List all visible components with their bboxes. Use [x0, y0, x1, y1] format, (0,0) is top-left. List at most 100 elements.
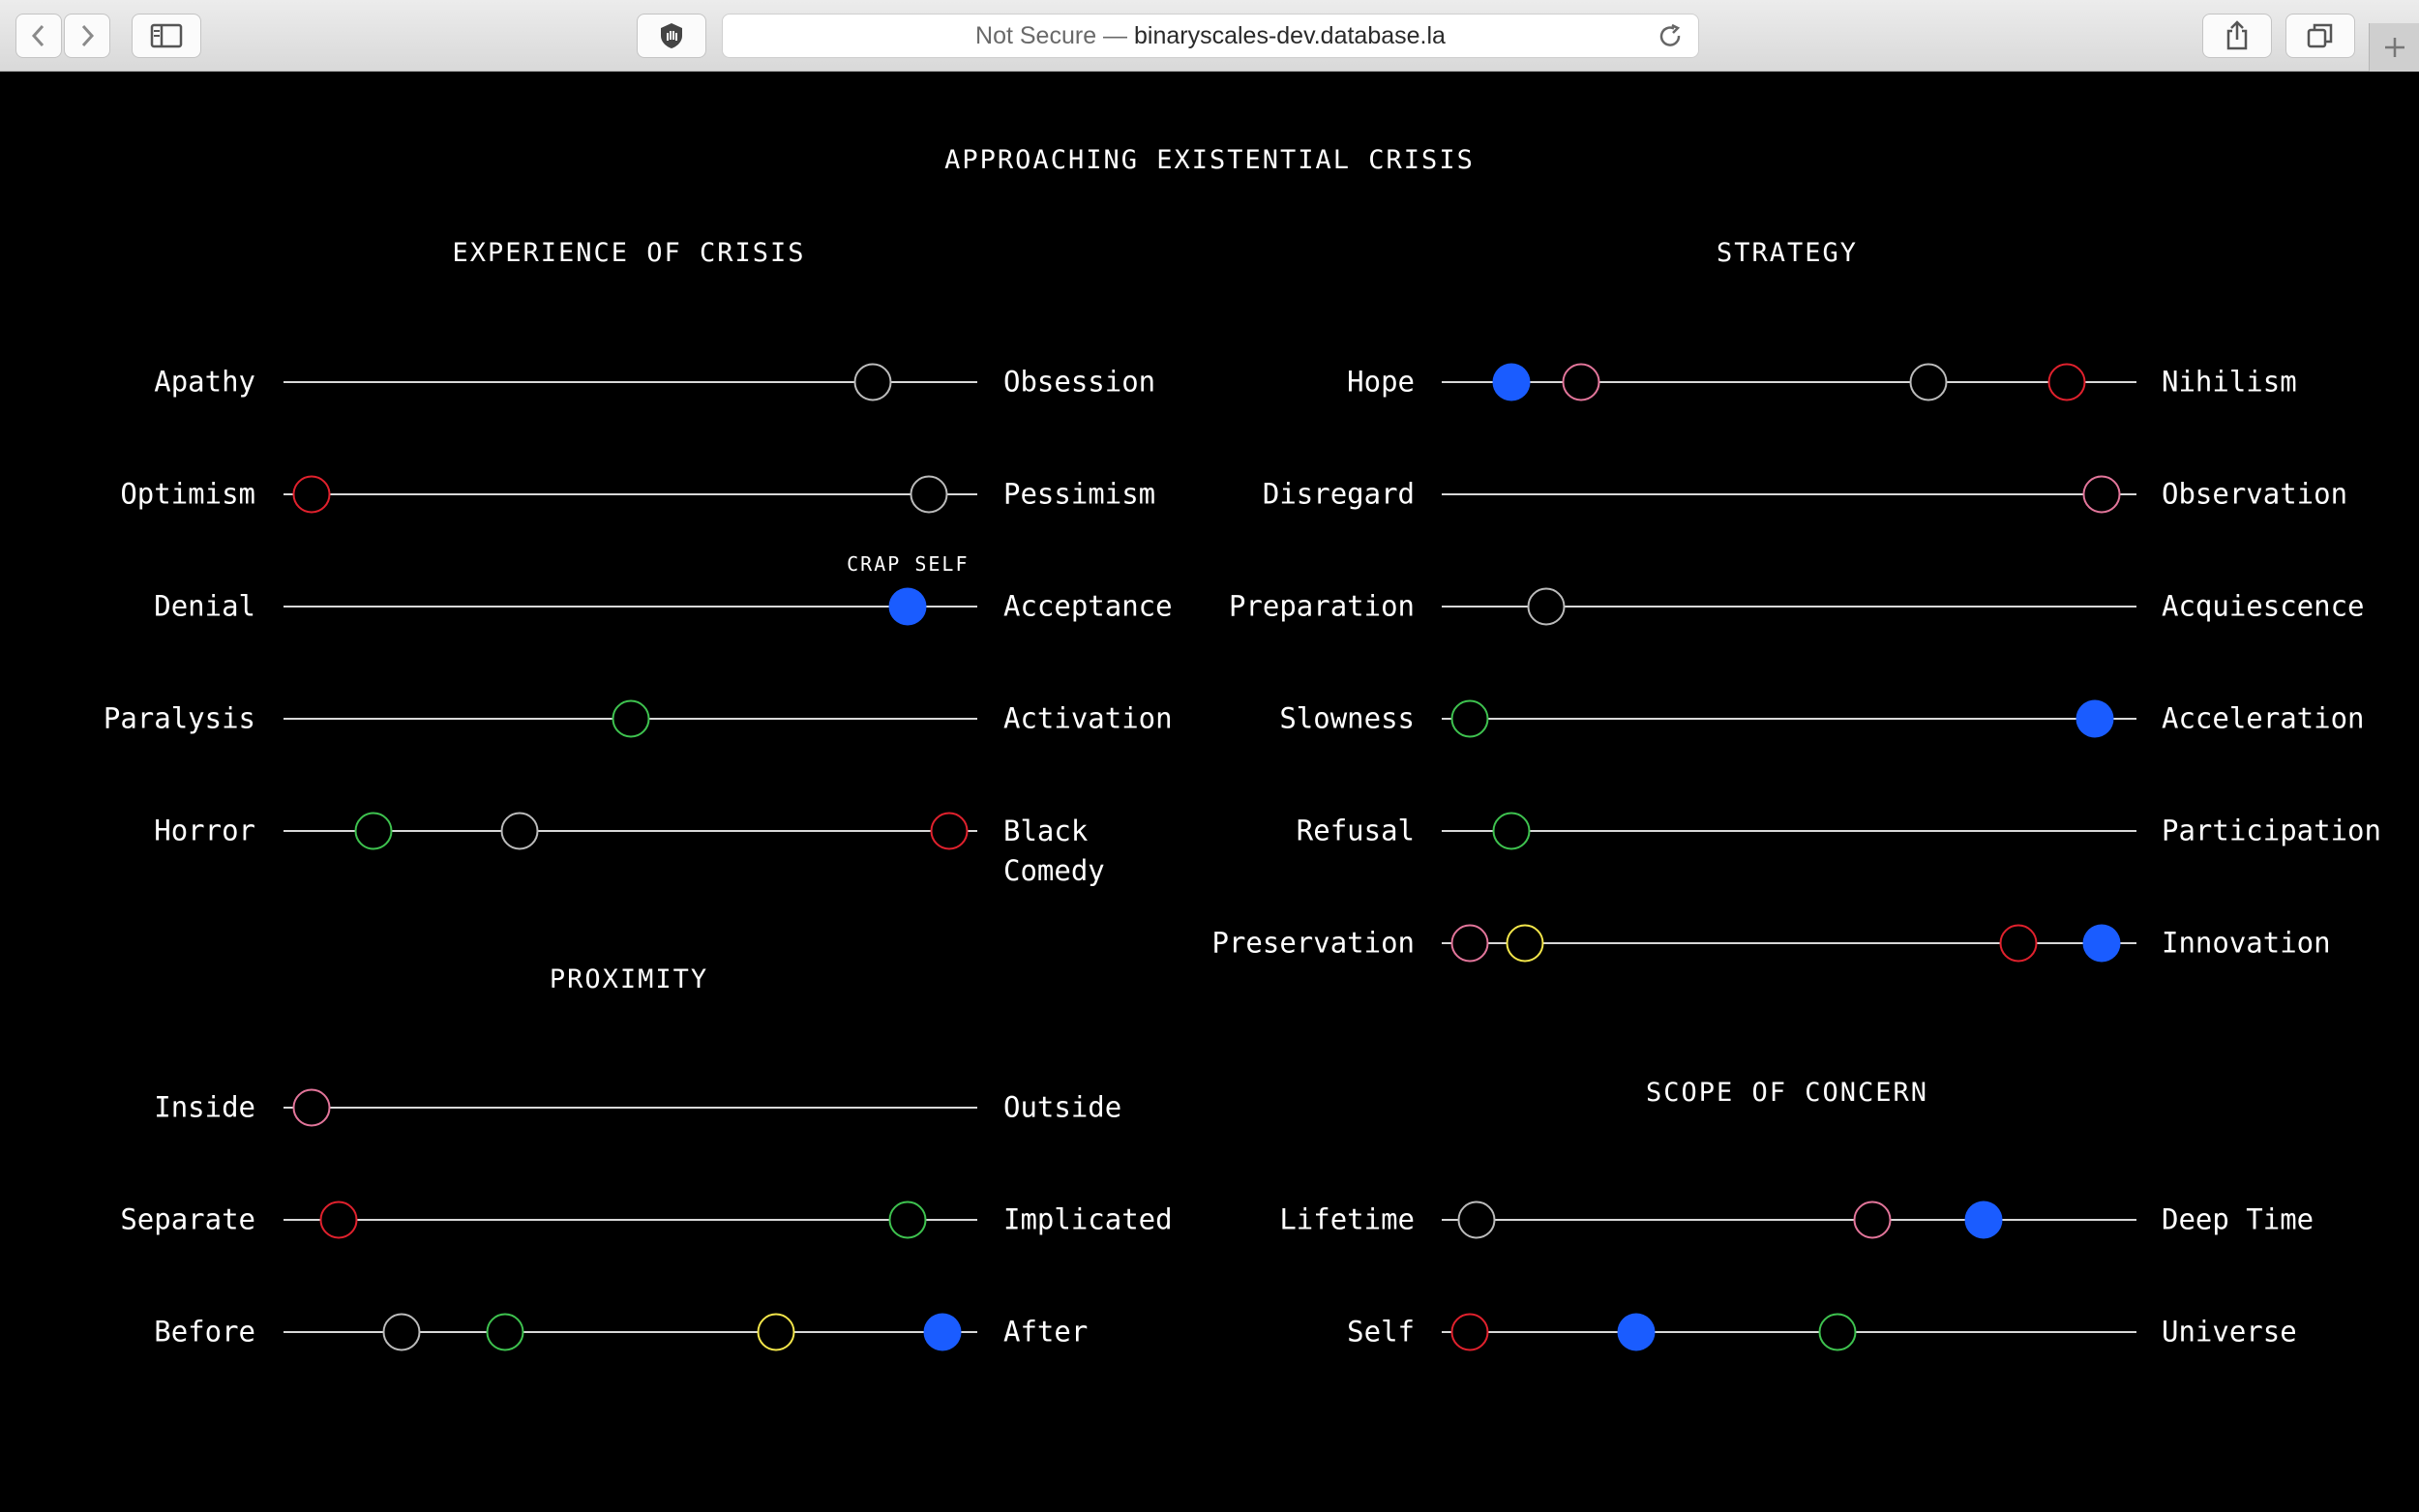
scale-marker-white[interactable]	[382, 1313, 421, 1351]
scale-marker-blue-filled[interactable]	[2076, 699, 2114, 738]
section-title-proximity: PROXIMITY	[549, 964, 709, 994]
scale-marker-green[interactable]	[1450, 699, 1489, 738]
scale-marker-pink[interactable]	[1562, 363, 1600, 401]
scale-marker-pink[interactable]	[292, 1088, 331, 1127]
scale-left-label: Separate	[120, 1202, 255, 1236]
scale-left-label: Preservation	[1211, 926, 1415, 960]
chevron-left-icon	[31, 24, 45, 47]
scale-right-label: Pessimism	[1003, 477, 1156, 511]
scale-marker-green[interactable]	[1818, 1313, 1857, 1351]
chevron-right-icon	[81, 24, 95, 47]
back-button[interactable]	[15, 14, 62, 58]
scale-left-label: Inside	[154, 1090, 255, 1124]
browser-toolbar: Not Secure — binaryscales-dev.database.l…	[0, 0, 2419, 72]
url-host: binaryscales-dev.database.la	[1134, 21, 1446, 49]
scale-marker-pink[interactable]	[1853, 1201, 1892, 1239]
scale-marker-blue-filled[interactable]	[2082, 924, 2121, 963]
scale-left-label: Paralysis	[103, 701, 255, 735]
scale-right-label: Obsession	[1003, 365, 1156, 399]
scale-marker-white[interactable]	[1527, 587, 1566, 626]
scale-track[interactable]	[284, 1107, 977, 1109]
scale-marker-red[interactable]	[319, 1201, 358, 1239]
scale-marker-green[interactable]	[354, 812, 393, 850]
scale-marker-yellow[interactable]	[757, 1313, 795, 1351]
section-title-experience: EXPERIENCE OF CRISIS	[452, 238, 806, 268]
scale-marker-red[interactable]	[930, 812, 969, 850]
tabs-overview-button[interactable]	[2285, 14, 2355, 58]
scale-marker-blue-filled[interactable]	[1964, 1201, 2003, 1239]
scale-marker-white[interactable]	[500, 812, 539, 850]
scale-right-label: Participation	[2162, 814, 2381, 847]
scale-right-label: Acceptance	[1003, 589, 1173, 623]
sidebar-icon	[150, 23, 183, 48]
scale-track[interactable]	[284, 606, 977, 608]
scale-right-label: Outside	[1003, 1090, 1122, 1124]
section-title-scope: SCOPE OF CONCERN	[1645, 1078, 1929, 1108]
scale-marker-green[interactable]	[888, 1201, 927, 1239]
scale-marker-green[interactable]	[486, 1313, 524, 1351]
scale-right-label: Universe	[2162, 1315, 2297, 1349]
scale-left-label: Apathy	[154, 365, 255, 399]
scale-right-label: Observation	[2162, 477, 2348, 511]
scale-right-label: Innovation	[2162, 926, 2331, 960]
scale-left-label: Refusal	[1296, 814, 1415, 847]
scale-left-label: Disregard	[1262, 477, 1415, 511]
share-icon	[2226, 20, 2248, 50]
scale-track[interactable]	[1442, 381, 2136, 383]
scale-right-label: Implicated	[1003, 1202, 1173, 1236]
scale-right-label: Black Comedy	[1003, 815, 1105, 887]
plus-icon	[2385, 38, 2404, 57]
scale-marker-red[interactable]	[1999, 924, 2038, 963]
new-tab-button[interactable]	[2369, 23, 2419, 72]
scale-track[interactable]	[1442, 830, 2136, 832]
marker-label: CRAP SELF	[847, 552, 970, 576]
scale-marker-blue-filled[interactable]	[1617, 1313, 1656, 1351]
scale-marker-blue-filled[interactable]	[923, 1313, 962, 1351]
forward-button[interactable]	[64, 14, 110, 58]
scale-left-label: Denial	[154, 589, 255, 623]
sidebar-toggle-button[interactable]	[132, 14, 201, 58]
shield-hand-icon	[661, 23, 682, 48]
scale-marker-green[interactable]	[612, 699, 649, 738]
scale-right-label: Acceleration	[2162, 701, 2365, 735]
scale-left-label: Slowness	[1279, 701, 1415, 735]
tabs-icon	[2307, 23, 2333, 48]
scale-right-label: After	[1003, 1315, 1089, 1349]
reload-icon[interactable]	[1657, 23, 1685, 50]
scale-right-label: Activation	[1003, 701, 1173, 735]
scale-marker-red[interactable]	[2047, 363, 2086, 401]
section-title-strategy: STRATEGY	[1716, 238, 1859, 268]
scale-left-label: Optimism	[120, 477, 255, 511]
scale-left-label: Self	[1347, 1315, 1415, 1349]
scale-marker-yellow[interactable]	[1506, 924, 1544, 963]
scale-marker-white[interactable]	[1909, 363, 1948, 401]
page-title: APPROACHING EXISTENTIAL CRISIS	[944, 145, 1475, 175]
scale-right-label: Acquiescence	[2162, 589, 2365, 623]
scale-marker-white[interactable]	[1457, 1201, 1496, 1239]
scale-track[interactable]	[1442, 1219, 2136, 1221]
scale-track[interactable]	[1442, 1331, 2136, 1333]
address-bar[interactable]: Not Secure — binaryscales-dev.database.l…	[722, 14, 1699, 58]
not-secure-label: Not Secure —	[975, 21, 1128, 49]
scale-marker-blue-filled[interactable]	[1492, 363, 1531, 401]
scale-right-label: Nihilism	[2162, 365, 2297, 399]
scale-marker-white[interactable]	[910, 475, 948, 514]
scale-left-label: Before	[154, 1315, 255, 1349]
scale-track[interactable]	[1442, 493, 2136, 495]
scale-marker-white[interactable]	[853, 363, 892, 401]
scale-marker-green[interactable]	[1492, 812, 1531, 850]
scale-marker-red[interactable]	[1450, 1313, 1489, 1351]
scale-left-label: Lifetime	[1279, 1202, 1415, 1236]
scale-right-label: Deep Time	[2162, 1202, 2314, 1236]
privacy-report-button[interactable]	[637, 14, 706, 58]
scale-left-label: Hope	[1347, 365, 1415, 399]
scale-marker-blue-filled[interactable]	[888, 587, 927, 626]
scale-marker-pink[interactable]	[1450, 924, 1489, 963]
scale-left-label: Preparation	[1228, 589, 1415, 623]
scale-marker-pink[interactable]	[2082, 475, 2121, 514]
scale-track[interactable]	[1442, 718, 2136, 720]
share-button[interactable]	[2202, 14, 2272, 58]
scale-marker-red[interactable]	[292, 475, 331, 514]
scale-track[interactable]	[284, 1219, 977, 1221]
scale-track[interactable]	[284, 493, 977, 495]
